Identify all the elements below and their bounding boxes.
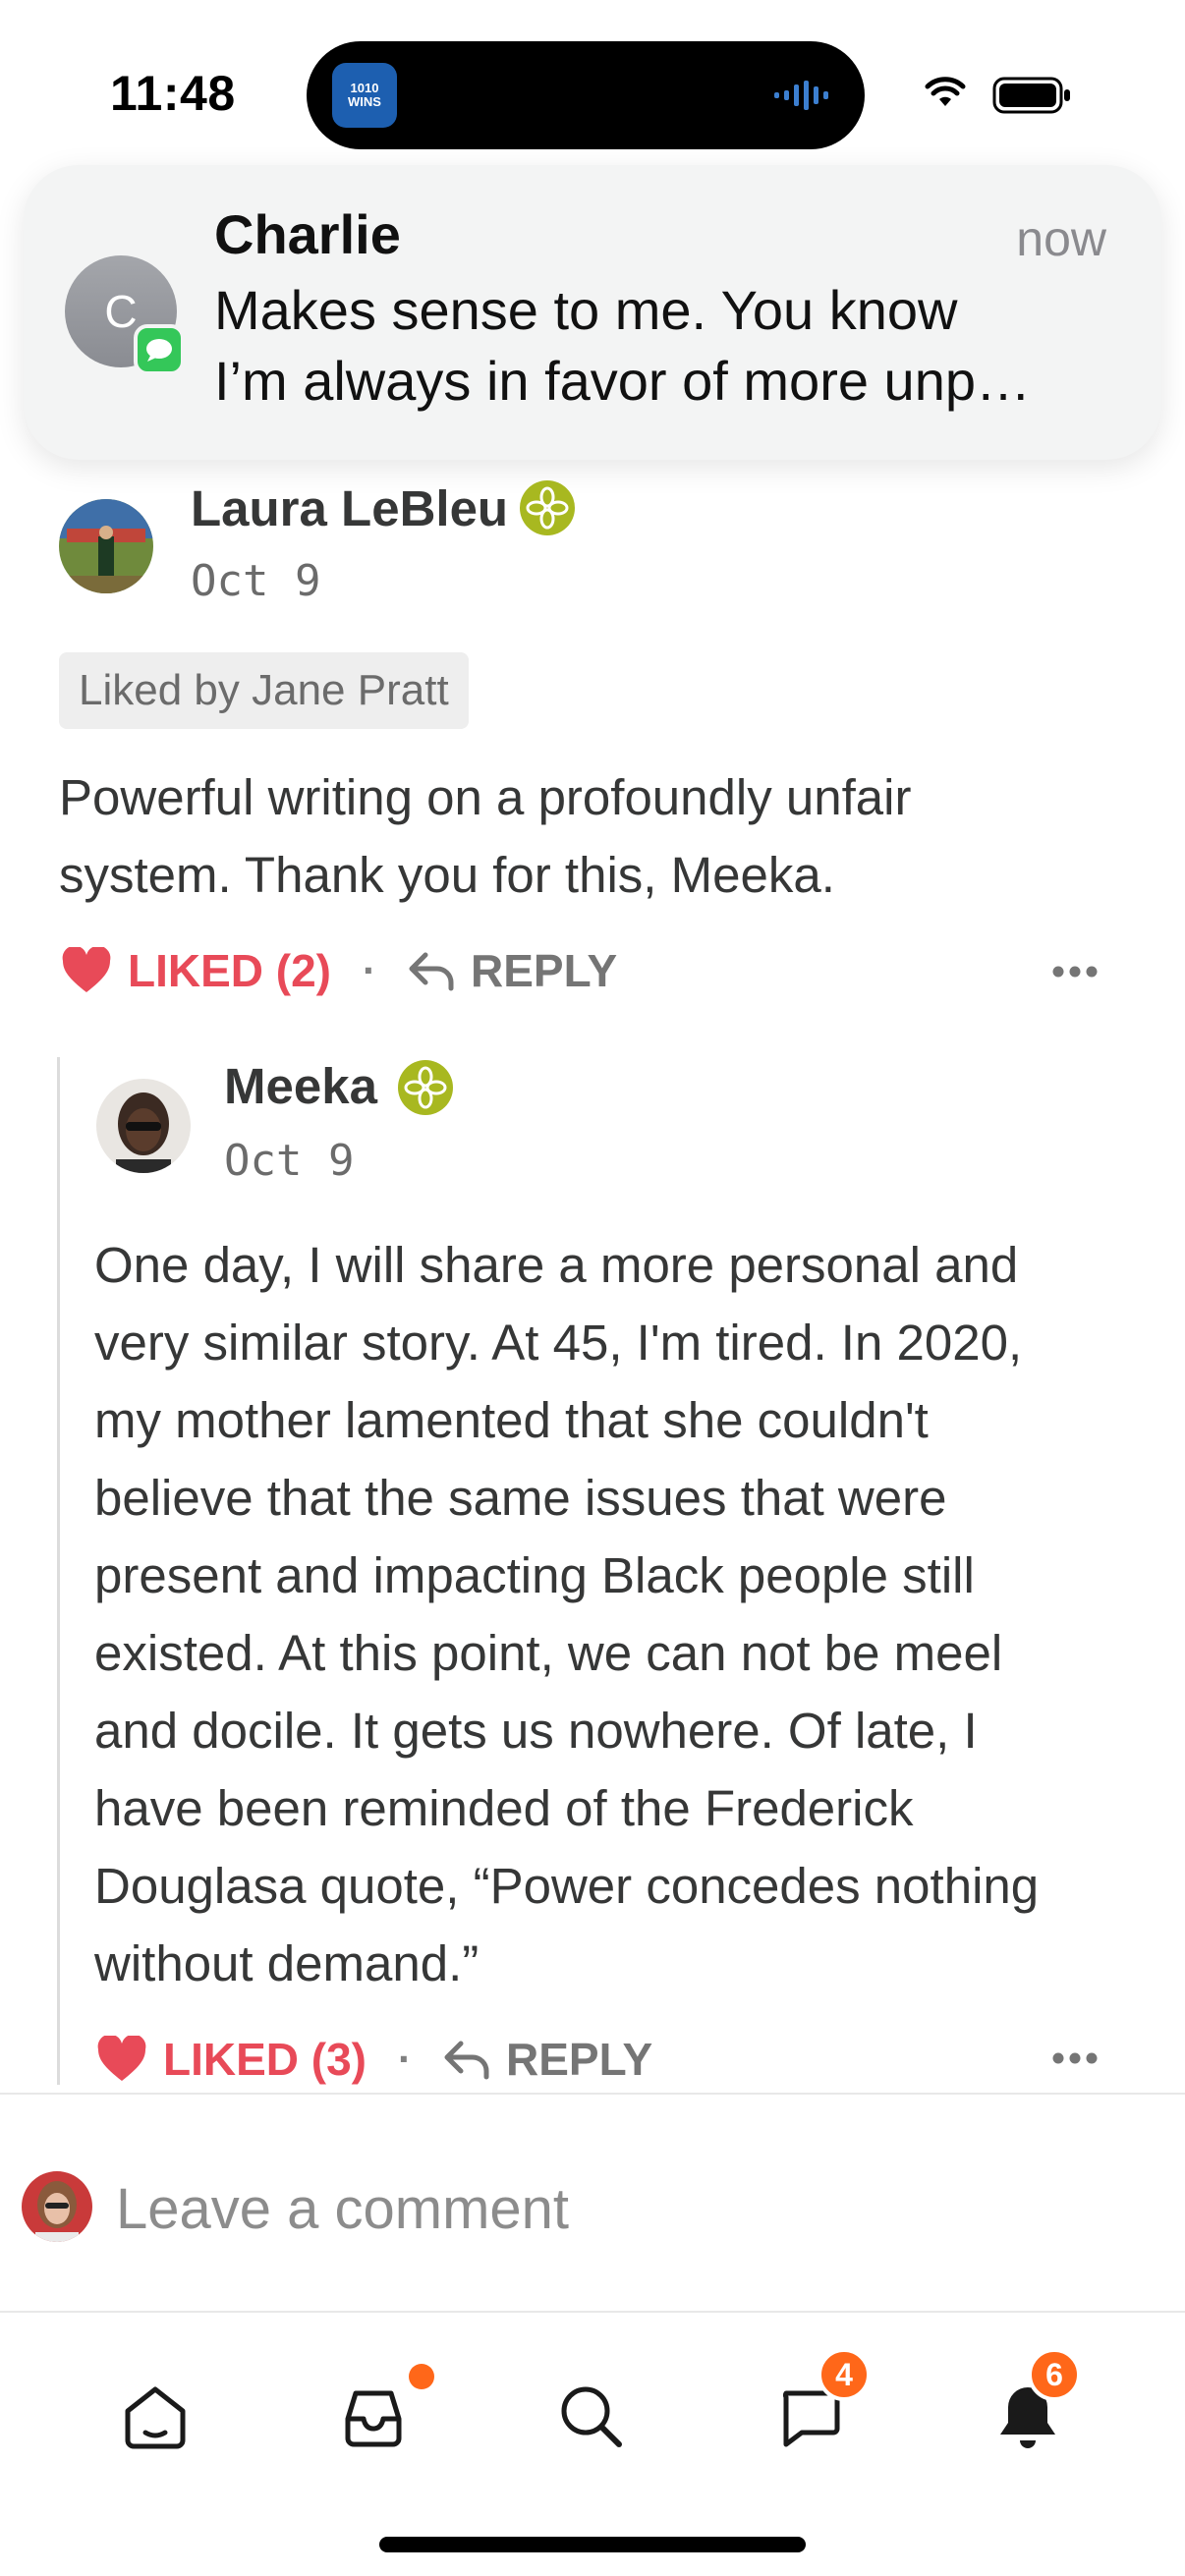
tab-home[interactable]	[96, 2358, 214, 2476]
battery-icon	[992, 77, 1070, 114]
meeka-avatar[interactable]	[96, 1079, 191, 1173]
reply-button[interactable]: REPLY	[408, 944, 617, 997]
user-avatar	[22, 2171, 92, 2242]
laura-avatar[interactable]	[59, 499, 153, 593]
comment-body: One day, I will share a more personal an…	[94, 1226, 1039, 2002]
comment-actions: LIKED (2) · REPLY	[61, 941, 617, 1000]
comment-input[interactable]	[116, 2173, 1099, 2244]
comment-line: very similar story. At 45, I'm tired. In…	[94, 1315, 1023, 1371]
tab-search[interactable]	[533, 2358, 650, 2476]
audio-wave-icon	[774, 81, 828, 110]
tab-notifications[interactable]: 6	[969, 2348, 1087, 2476]
notification-time: now	[1016, 211, 1106, 266]
status-time: 11:48	[110, 66, 236, 121]
heart-icon	[62, 947, 111, 992]
chat-badge: 4	[818, 2348, 871, 2401]
more-options-icon[interactable]	[1051, 965, 1099, 979]
comment-date: Oct 9	[191, 556, 321, 606]
comment-composer	[0, 2093, 1185, 2313]
home-icon	[125, 2386, 186, 2449]
liked-count: LIKED (2)	[128, 945, 331, 996]
liked-count: LIKED (3)	[163, 2034, 367, 2085]
search-icon	[561, 2386, 622, 2447]
wifi-icon	[925, 77, 966, 106]
reply-arrow-icon	[444, 2041, 489, 2080]
comment-line: existed. At this point, we can not be me…	[94, 1625, 1003, 1681]
comment-actions: LIKED (3) · REPLY	[96, 2030, 652, 2089]
comment-line: One day, I will share a more personal an…	[94, 1237, 1019, 1293]
reply-thread-line	[57, 1057, 60, 2085]
comment-author[interactable]: Laura LeBleu	[191, 479, 508, 537]
dynamic-island[interactable]: 1010 WINS	[307, 41, 865, 149]
message-notification[interactable]: C Charlie now Makes sense to me. You kno…	[24, 165, 1161, 460]
comment-line: my mother lamented that she couldn't	[94, 1392, 929, 1448]
comment-line: and docile. It gets us nowhere. Of late,…	[94, 1703, 978, 1759]
notification-line: I’m always in favor of more unp…	[214, 350, 1031, 412]
comment-line: Douglasa quote, “Power concedes nothing	[94, 1858, 1040, 1914]
home-indicator[interactable]	[379, 2537, 806, 2552]
like-button[interactable]: LIKED (2)	[61, 944, 331, 997]
comment-line: have been reminded of the Frederick	[94, 1780, 914, 1836]
comment-line: without demand.”	[94, 1935, 480, 1991]
like-button[interactable]: LIKED (3)	[96, 2033, 367, 2086]
reply-button[interactable]: REPLY	[443, 2033, 652, 2086]
notification-line: Makes sense to me. You know	[214, 279, 958, 341]
comment-line: system. Thank you for this, Meeka.	[59, 847, 835, 903]
messages-icon	[134, 324, 185, 375]
comment-author[interactable]: Meeka	[224, 1057, 377, 1115]
reply-label: REPLY	[471, 945, 618, 996]
founding-member-badge-icon	[520, 480, 575, 535]
separator-dot: ·	[398, 2036, 412, 2082]
more-options-icon[interactable]	[1051, 2051, 1099, 2065]
separator-dot: ·	[363, 947, 376, 993]
comment-line: present and impacting Black people still	[94, 1547, 975, 1603]
reply-label: REPLY	[506, 2034, 653, 2085]
founding-member-badge-icon	[398, 1060, 453, 1115]
notifications-badge: 6	[1028, 2348, 1081, 2401]
notification-message: Makes sense to me. You know I’m always i…	[214, 275, 1118, 417]
liked-by-label: Liked by Jane Pratt	[59, 652, 469, 729]
tab-inbox[interactable]	[314, 2358, 434, 2476]
status-bar: 11:48 1010 WINS	[0, 0, 1185, 157]
reply-arrow-icon	[409, 952, 454, 991]
tab-chat[interactable]: 4	[751, 2348, 871, 2476]
comment-line: believe that the same issues that were	[94, 1470, 947, 1526]
comment-body: Powerful writing on a profoundly unfair …	[59, 758, 911, 914]
unread-dot	[409, 2364, 434, 2389]
heart-icon	[97, 2036, 146, 2081]
inbox-icon	[345, 2390, 402, 2447]
radio-app-icon[interactable]: 1010 WINS	[332, 63, 397, 128]
notification-sender: Charlie	[214, 203, 401, 265]
comment-date: Oct 9	[224, 1136, 355, 1186]
comment-line: Powerful writing on a profoundly unfair	[59, 769, 912, 825]
